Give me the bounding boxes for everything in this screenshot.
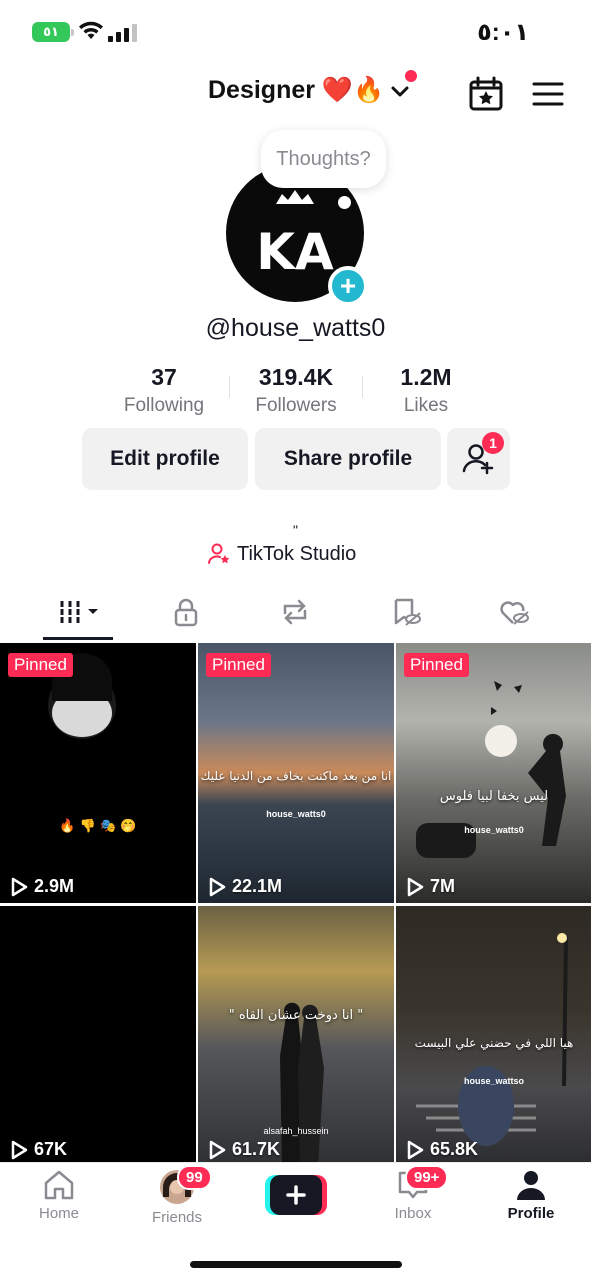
view-count: 61.7K bbox=[208, 1139, 280, 1160]
tiktok-studio-link[interactable]: TikTok Studio bbox=[207, 542, 356, 566]
inbox-badge: 99+ bbox=[405, 1165, 449, 1190]
plus-icon bbox=[265, 1175, 327, 1215]
play-icon bbox=[11, 1140, 28, 1159]
thumbnail-art bbox=[416, 681, 566, 858]
pinned-badge: Pinned bbox=[8, 653, 73, 677]
stat-value: 37 bbox=[151, 364, 177, 390]
stat-label: Following bbox=[123, 395, 205, 416]
stat-divider bbox=[229, 376, 230, 398]
view-count-text: 65.8K bbox=[430, 1139, 479, 1159]
heart-hidden-icon bbox=[500, 601, 529, 625]
wifi-icon bbox=[79, 21, 103, 39]
calendar-icon[interactable] bbox=[468, 76, 504, 112]
play-icon bbox=[407, 1140, 424, 1159]
stat-value: 319.4K bbox=[258, 364, 334, 390]
studio-icon bbox=[208, 543, 230, 564]
content-tabs bbox=[0, 590, 591, 642]
battery-icon: ٥١ bbox=[32, 22, 74, 42]
thoughts-bubble-tail bbox=[338, 196, 351, 209]
video-thumbnail[interactable]: انا من بعد ماكنت بخاف من الدنيا عليك hou… bbox=[198, 643, 394, 903]
bio-text: " bbox=[293, 522, 298, 538]
view-count: 7M bbox=[406, 876, 455, 897]
thoughts-bubble[interactable]: Thoughts? bbox=[261, 130, 386, 188]
video-watermark: house_watts0 bbox=[464, 825, 524, 835]
cellular-signal-icon bbox=[108, 24, 137, 42]
tab-private[interactable] bbox=[156, 590, 216, 634]
video-thumbnail[interactable]: 🔥 👎 🎭 🤭 Pinned 2.9M bbox=[0, 643, 196, 903]
bookmark-hidden-icon bbox=[394, 598, 421, 626]
stat-likes[interactable]: 1.2M Likes bbox=[361, 364, 491, 417]
account-switcher[interactable]: Designer ❤️🔥 bbox=[208, 76, 412, 105]
video-thumbnail[interactable]: 67K bbox=[0, 906, 196, 1166]
view-count-text: 67K bbox=[34, 1139, 68, 1159]
play-icon bbox=[209, 877, 226, 896]
edit-profile-button[interactable]: Edit profile bbox=[82, 428, 248, 490]
video-caption: 🔥 👎 🎭 🤭 bbox=[59, 819, 137, 834]
stat-label: Likes bbox=[403, 395, 449, 416]
play-icon bbox=[407, 877, 424, 896]
create-button[interactable] bbox=[265, 1175, 327, 1215]
repost-icon bbox=[283, 599, 307, 625]
videos-grid-icon bbox=[60, 601, 98, 623]
notification-dot bbox=[405, 70, 417, 82]
view-count: 22.1M bbox=[208, 876, 282, 897]
view-count: 67K bbox=[10, 1139, 67, 1160]
nav-profile[interactable]: Profile bbox=[486, 1169, 576, 1222]
home-icon bbox=[44, 1170, 74, 1200]
chevron-down-icon bbox=[391, 86, 409, 96]
lock-icon bbox=[174, 598, 198, 627]
video-thumbnail[interactable]: هيا اللي في حضني علي البيست house_wattso… bbox=[396, 906, 591, 1166]
nav-profile-label: Profile bbox=[507, 1205, 555, 1222]
status-time: ٥:٠١ bbox=[477, 19, 529, 46]
username: @house_watts0 bbox=[205, 314, 386, 342]
pinned-badge: Pinned bbox=[206, 653, 271, 677]
friend-requests-badge: 1 bbox=[482, 432, 504, 454]
video-caption: " انا دوخت عشان القاه " bbox=[228, 1008, 364, 1023]
video-watermark: alsafah_hussein bbox=[263, 1126, 329, 1136]
home-indicator bbox=[190, 1261, 402, 1268]
thumbnail-art bbox=[48, 653, 116, 739]
tab-videos[interactable] bbox=[48, 590, 108, 634]
nav-home-label: Home bbox=[38, 1205, 79, 1222]
menu-icon[interactable] bbox=[531, 80, 565, 108]
stat-label: Followers bbox=[255, 395, 337, 416]
profile-icon bbox=[517, 1171, 545, 1200]
nav-inbox-label: Inbox bbox=[394, 1205, 432, 1222]
video-caption: هيا اللي في حضني علي البيست bbox=[414, 1036, 574, 1050]
stat-followers[interactable]: 319.4K Followers bbox=[231, 364, 361, 417]
status-bar: ٥١ ٥:٠١ bbox=[0, 0, 591, 62]
active-tab-indicator bbox=[43, 637, 113, 640]
video-caption: ليس بخفا لبيا فلوس bbox=[439, 789, 549, 804]
view-count: 2.9M bbox=[10, 876, 74, 897]
view-count-text: 61.7K bbox=[232, 1139, 281, 1159]
play-icon bbox=[209, 1140, 226, 1159]
pinned-badge: Pinned bbox=[404, 653, 469, 677]
friends-badge: 99 bbox=[177, 1165, 212, 1190]
video-caption: انا من بعد ماكنت بخاف من الدنيا عليك bbox=[200, 769, 392, 783]
account-name: Designer ❤️🔥 bbox=[208, 76, 385, 104]
view-count-text: 2.9M bbox=[34, 876, 75, 896]
add-avatar-button[interactable]: + bbox=[328, 266, 368, 306]
video-watermark: house_watts0 bbox=[266, 809, 326, 819]
video-thumbnail[interactable]: ليس بخفا لبيا فلوس house_watts0 Pinned 7… bbox=[396, 643, 591, 903]
tab-reposts[interactable] bbox=[265, 590, 325, 634]
profile-header: Designer ❤️🔥 bbox=[0, 62, 591, 126]
studio-label: TikTok Studio bbox=[237, 542, 357, 565]
stat-value: 1.2M bbox=[400, 364, 452, 390]
nav-home[interactable]: Home bbox=[14, 1169, 104, 1222]
tab-favorites[interactable] bbox=[376, 590, 436, 634]
video-watermark: house_wattso bbox=[463, 1076, 524, 1086]
view-count-text: 7M bbox=[430, 876, 456, 896]
stat-following[interactable]: 37 Following bbox=[99, 364, 229, 417]
view-count-text: 22.1M bbox=[232, 876, 283, 896]
video-thumbnail[interactable]: " انا دوخت عشان القاه " alsafah_hussein … bbox=[198, 906, 394, 1166]
battery-level: ٥١ bbox=[43, 24, 59, 39]
play-icon bbox=[11, 877, 28, 896]
share-profile-button[interactable]: Share profile bbox=[255, 428, 441, 490]
tab-liked[interactable] bbox=[484, 590, 544, 634]
view-count: 65.8K bbox=[406, 1139, 478, 1160]
svg-text:KA: KA bbox=[256, 223, 334, 281]
nav-friends-label: Friends bbox=[151, 1209, 203, 1226]
